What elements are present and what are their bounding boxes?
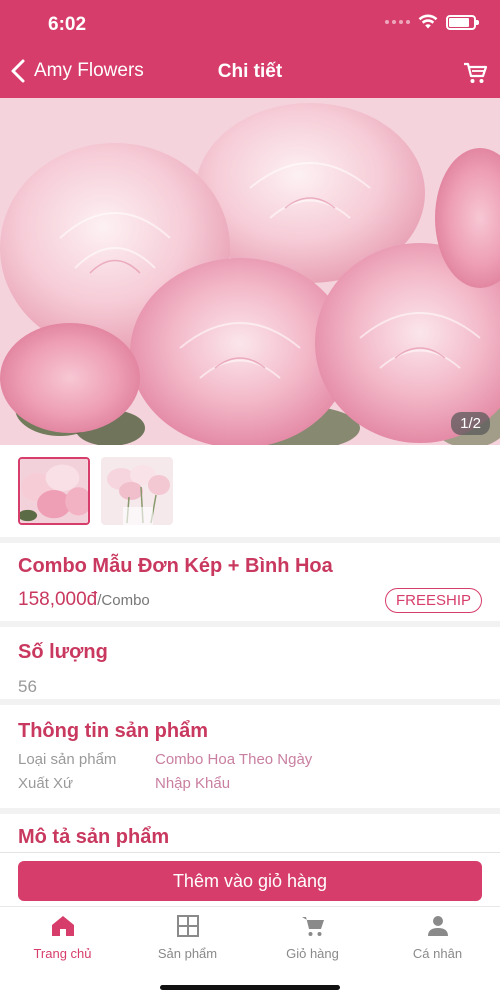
product-name: Combo Mẫu Đơn Kép + Bình Hoa xyxy=(18,555,333,577)
tab-label: Trang chủ xyxy=(33,946,92,961)
description-section: Mô tả sản phẩm xyxy=(0,814,500,852)
product-info-title: Thông tin sản phẩm xyxy=(18,720,208,742)
signal-icon xyxy=(385,20,410,24)
info-row-origin: Xuất Xứ Nhập Khẩu xyxy=(18,775,230,792)
nav-bar: Amy Flowers Chi tiết xyxy=(0,48,500,98)
tab-home[interactable]: Trang chủ xyxy=(0,913,125,973)
add-to-cart-button[interactable]: Thêm vào giỏ hàng xyxy=(18,861,482,901)
price-unit: /Combo xyxy=(97,592,150,609)
person-icon xyxy=(427,916,448,936)
thumbnail-strip xyxy=(0,445,500,537)
product-image[interactable]: 1/2 xyxy=(0,98,500,445)
quantity-title: Số lượng xyxy=(18,641,108,663)
tab-profile[interactable]: Cá nhân xyxy=(375,913,500,973)
freeship-badge: FREESHIP xyxy=(384,588,482,613)
thumbnail-image xyxy=(20,459,88,523)
peony-photo xyxy=(0,98,500,445)
info-key: Xuất Xứ xyxy=(18,775,74,792)
tab-cart[interactable]: Giỏ hàng xyxy=(250,913,375,973)
status-time: 6:02 xyxy=(48,14,87,35)
thumbnail-2[interactable] xyxy=(101,457,173,525)
product-info-section: Thông tin sản phẩm Loại sản phẩm Combo H… xyxy=(0,705,500,808)
status-icons xyxy=(385,14,479,30)
tab-label: Sản phẩm xyxy=(157,946,218,961)
price-value: 158,000đ xyxy=(18,589,98,610)
quantity-section: Số lượng 56 xyxy=(0,627,500,699)
info-row-category: Loại sản phẩm Combo Hoa Theo Ngày xyxy=(18,751,312,768)
grid-icon xyxy=(176,915,199,937)
home-icon xyxy=(51,916,74,936)
info-value: Combo Hoa Theo Ngày xyxy=(155,751,313,768)
status-bar: 6:02 xyxy=(0,0,500,48)
info-value: Nhập Khẩu xyxy=(155,775,231,792)
add-to-cart-bar: Thêm vào giỏ hàng xyxy=(0,852,500,906)
thumbnail-image xyxy=(101,457,173,525)
tab-label: Giỏ hàng xyxy=(286,946,339,961)
tab-label: Cá nhân xyxy=(412,946,463,961)
battery-icon xyxy=(446,14,479,30)
info-key: Loại sản phẩm xyxy=(18,751,117,768)
image-counter: 1/2 xyxy=(451,412,490,435)
description-title: Mô tả sản phẩm xyxy=(18,826,170,848)
page-title: Chi tiết xyxy=(217,61,283,82)
tab-products[interactable]: Sản phẩm xyxy=(125,913,250,973)
cart-icon xyxy=(301,917,324,936)
thumbnail-1[interactable] xyxy=(18,457,90,525)
quantity-value: 56 xyxy=(18,677,37,696)
home-indicator xyxy=(160,985,340,990)
product-summary: Combo Mẫu Đơn Kép + Bình Hoa 158,000đ/Co… xyxy=(0,543,500,621)
cart-icon[interactable] xyxy=(462,60,488,86)
wifi-icon xyxy=(418,14,438,29)
product-price: 158,000đ/Combo xyxy=(18,589,150,611)
